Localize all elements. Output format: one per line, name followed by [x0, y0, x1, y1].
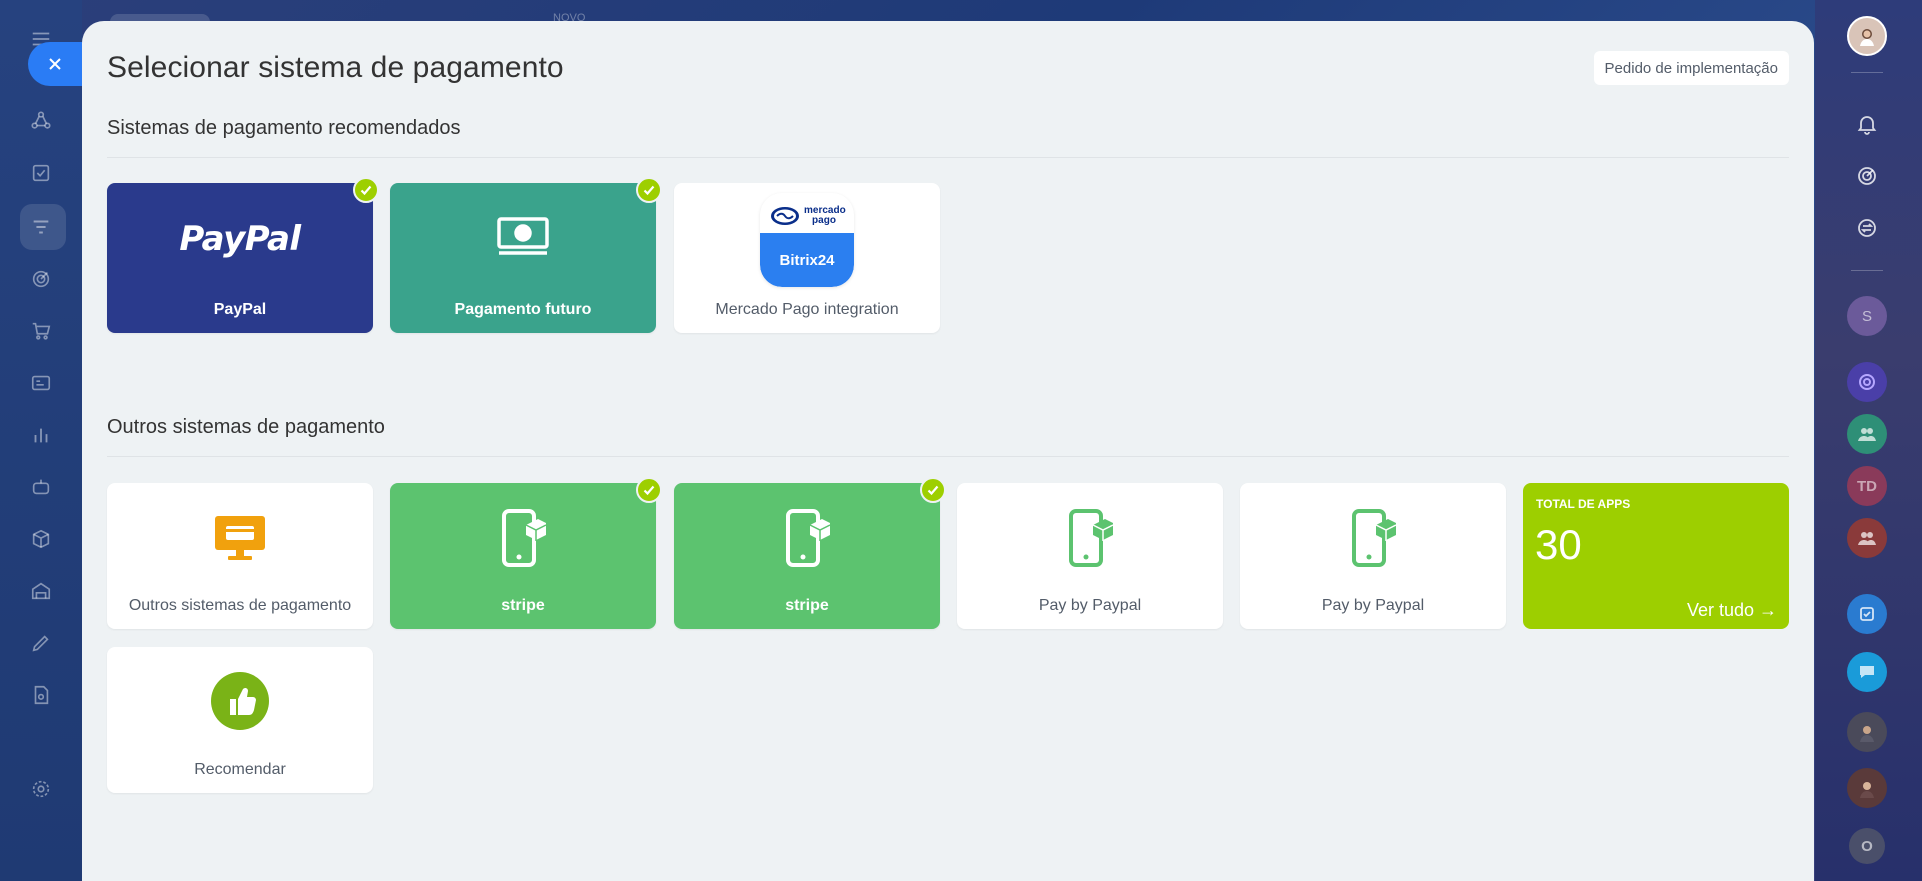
bell-icon[interactable]: [1847, 104, 1887, 144]
recommended-divider: [107, 157, 1789, 158]
document-gear-icon[interactable]: [28, 682, 54, 708]
tile-stripe-1[interactable]: stripe: [390, 477, 662, 629]
tile-label: Pay by Paypal: [1321, 597, 1425, 614]
phone-box-icon: [782, 509, 832, 567]
tile-paypal[interactable]: PayPal PayPal: [107, 177, 379, 333]
tile-label: Mercado Pago integration: [715, 301, 899, 318]
installed-check-icon: [636, 177, 662, 203]
td-initials: TD: [1857, 477, 1877, 495]
paypal-logo: PayPal: [179, 219, 301, 259]
implementation-request-button[interactable]: Pedido de implementação: [1593, 51, 1789, 85]
banknote-icon: [495, 213, 551, 261]
tile-label: PayPal: [213, 301, 267, 318]
apps-count: 30: [1535, 521, 1582, 568]
o-avatar[interactable]: O: [1849, 828, 1885, 864]
others-section-title: Outros sistemas de pagamento: [107, 416, 385, 438]
cart-icon[interactable]: [28, 318, 54, 344]
phone-box-icon: [1065, 509, 1115, 567]
phone-box-icon: [1348, 509, 1398, 567]
tile-outros-sistemas[interactable]: Outros sistemas de pagamento: [107, 483, 373, 629]
handshake-icon: [771, 207, 799, 225]
apps-label: TOTAL DE APPS: [1536, 497, 1631, 511]
target-icon[interactable]: [28, 266, 54, 292]
s-initial: S: [1861, 307, 1872, 325]
phone-box-icon: [498, 509, 548, 567]
warehouse-icon[interactable]: [28, 578, 54, 604]
payment-system-panel: Selecionar sistema de pagamento Pedido d…: [82, 21, 1814, 881]
group-chat-icon[interactable]: [1847, 414, 1887, 454]
td-avatar[interactable]: TD: [1847, 466, 1887, 506]
pencil-icon[interactable]: [28, 630, 54, 656]
mercado-pago-logo: mercado pago Bitrix24: [760, 193, 854, 287]
o-initial: O: [1861, 837, 1873, 855]
close-icon: [49, 58, 61, 70]
installed-check-icon: [920, 477, 946, 503]
tile-pay-by-paypal-2[interactable]: Pay by Paypal: [1240, 483, 1506, 629]
copilot-icon[interactable]: [1847, 362, 1887, 402]
thumbs-up-icon: [210, 671, 270, 731]
tile-pagamento-futuro[interactable]: Pagamento futuro: [390, 177, 662, 333]
installed-check-icon: [353, 177, 379, 203]
right-sidebar: S TD O: [1815, 0, 1922, 881]
group-chat-red-icon[interactable]: [1847, 518, 1887, 558]
funnel-icon[interactable]: [28, 214, 54, 240]
user-avatar[interactable]: [1847, 16, 1887, 56]
tile-mercado-pago[interactable]: mercado pago Bitrix24 Mercado Pago integ…: [674, 183, 940, 333]
contact-avatar-2[interactable]: [1847, 768, 1887, 808]
installed-check-icon: [636, 477, 662, 503]
tile-label: Pagamento futuro: [454, 301, 592, 318]
tile-label: stripe: [785, 597, 829, 614]
others-divider: [107, 456, 1789, 457]
tasks-icon[interactable]: [28, 160, 54, 186]
robot-icon[interactable]: [28, 474, 54, 500]
analytics-icon[interactable]: [28, 422, 54, 448]
task-chat-icon[interactable]: [1847, 594, 1887, 634]
s-avatar[interactable]: S: [1847, 296, 1887, 336]
settings-gear-icon[interactable]: [28, 776, 54, 802]
tile-label: Recomendar: [194, 761, 286, 778]
target-circle-icon[interactable]: [1847, 156, 1887, 196]
tile-total-apps[interactable]: TOTAL DE APPS 30 Ver tudo →: [1523, 483, 1789, 629]
monitor-payment-icon: [212, 513, 268, 563]
tile-label: stripe: [501, 597, 545, 614]
contact-card-icon[interactable]: [28, 370, 54, 396]
tile-stripe-2[interactable]: stripe: [674, 477, 946, 629]
left-sidebar: [0, 0, 82, 881]
tile-label: Outros sistemas de pagamento: [128, 597, 352, 614]
sync-chat-icon[interactable]: [1847, 208, 1887, 248]
box-icon[interactable]: [28, 526, 54, 552]
tile-recomendar[interactable]: Recomendar: [107, 647, 373, 793]
tile-label: Pay by Paypal: [1038, 597, 1142, 614]
view-all-link[interactable]: Ver tudo →: [1687, 600, 1777, 621]
tile-pay-by-paypal-1[interactable]: Pay by Paypal: [957, 483, 1223, 629]
page-title: Selecionar sistema de pagamento: [107, 51, 564, 84]
recommended-section-title: Sistemas de pagamento recomendados: [107, 117, 461, 139]
close-slider-button[interactable]: [28, 42, 82, 86]
message-chat-icon[interactable]: [1847, 652, 1887, 692]
contact-avatar-1[interactable]: [1847, 712, 1887, 752]
crm-icon[interactable]: [28, 108, 54, 134]
bitrix24-text: Bitrix24: [779, 251, 835, 269]
mercado-pago-text: mercado pago: [804, 205, 846, 226]
